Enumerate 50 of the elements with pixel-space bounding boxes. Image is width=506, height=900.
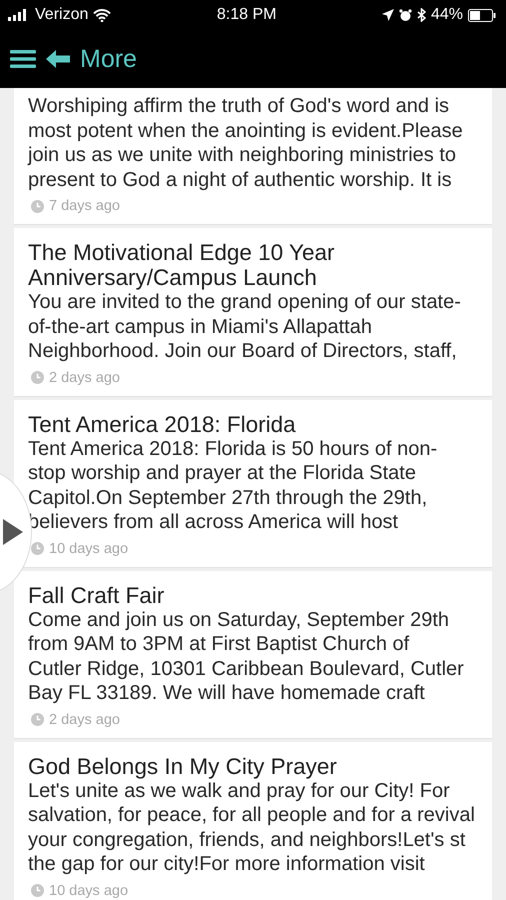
post-excerpt: Let's unite as we walk and pray for our City! For — [28, 779, 451, 803]
post-card[interactable] — [14, 88, 492, 225]
location-icon — [382, 9, 394, 21]
post-excerpt: salvation, for peace, for all people and for a revival — [28, 803, 476, 828]
post-title: Fall Craft Fair — [28, 582, 166, 608]
post-excerpt: from 9AM to 3PM at First Baptist Church of — [28, 632, 410, 656]
post-excerpt: Bay FL 33189. We will have homemade craft — [28, 681, 426, 706]
post-excerpt: Capitol.On September 27th through the 29th, — [28, 486, 428, 510]
back-arrow-icon[interactable] — [46, 50, 70, 68]
post-time: 2 days ago — [49, 712, 120, 728]
post-card[interactable] — [14, 570, 492, 738]
post-time: 10 days ago — [49, 882, 128, 898]
clock-icon — [31, 713, 44, 726]
post-title: Tent America 2018: Florida — [28, 412, 297, 436]
wifi-icon — [93, 8, 112, 22]
post-title: The Motivational Edge 10 Year — [28, 240, 336, 265]
post-excerpt: Come and join us on Saturday, September 29th — [28, 608, 450, 632]
post-excerpt: You are invited to the grand opening of our state- — [28, 290, 462, 314]
post-excerpt: Neighborhood. Join our Board of Directors, staff, — [28, 339, 458, 364]
clock-icon — [31, 542, 44, 555]
battery-percent: 44% — [430, 6, 463, 24]
post-excerpt: Tent America 2018: Florida is 50 hours of non- — [28, 436, 438, 461]
post-title: Anniversary/Campus Launch — [28, 265, 318, 290]
post-excerpt: most potent when the anointing is evident.Please — [28, 118, 464, 143]
menu-icon[interactable] — [10, 49, 36, 69]
post-excerpt: stop worship and prayer at the Florida State — [28, 461, 417, 486]
post-time: 10 days ago — [49, 540, 128, 556]
post-excerpt: Worshiping affirm the truth of God's word and is — [28, 94, 450, 118]
post-title: God Belongs In My City Prayer — [28, 754, 338, 778]
clock-icon — [31, 884, 44, 897]
post-excerpt: of-the-art campus in Miami's Allapattah — [28, 314, 373, 339]
post-excerpt: your congregation, friends, and neighbors!Let's st — [28, 828, 466, 852]
post-excerpt: join us as we unite with neighboring ministries to — [28, 143, 457, 168]
play-icon — [3, 519, 23, 545]
post-card[interactable] — [14, 228, 492, 396]
post-card[interactable] — [14, 742, 492, 900]
post-time: 2 days ago — [49, 370, 120, 386]
post-excerpt: Cutler Ridge, 10301 Caribbean Boulevard, Cutler — [28, 656, 465, 681]
clock-icon — [31, 200, 44, 212]
post-excerpt: the gap for our city!For more information visit — [28, 852, 426, 876]
bluetooth-icon — [416, 8, 426, 22]
battery-icon — [468, 8, 496, 22]
alarm-icon — [398, 8, 412, 22]
post-card[interactable] — [14, 400, 492, 568]
carrier-name: Verizon — [35, 6, 88, 24]
post-excerpt: present to God a night of authentic worship. It is — [28, 168, 453, 192]
post-time: 7 days ago — [49, 198, 120, 214]
header-title: More — [80, 44, 137, 74]
clock-time: 8:18 PM — [216, 6, 276, 24]
clock-icon — [31, 371, 44, 384]
